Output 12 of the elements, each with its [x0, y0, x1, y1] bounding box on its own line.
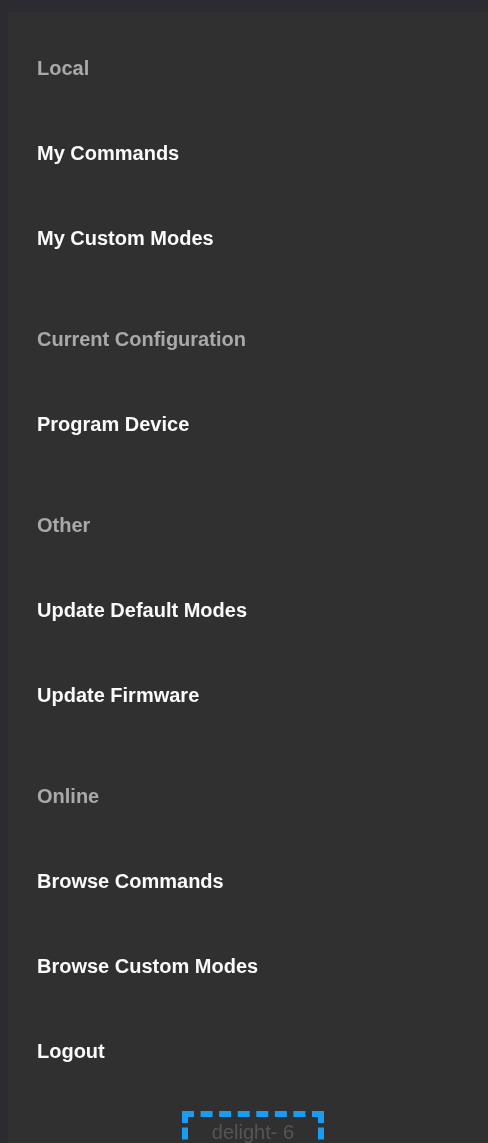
menu-item[interactable]: My Commands [37, 142, 180, 165]
section-header: Current Configuration [37, 328, 246, 351]
menu-item[interactable]: Browse Custom Modes [37, 955, 259, 978]
section-header: Local [37, 57, 90, 80]
menu-item[interactable]: Program Device [37, 413, 190, 436]
section-header: Other [37, 514, 91, 537]
menu-item[interactable]: Update Firmware [37, 684, 200, 707]
menu-item[interactable]: Update Default Modes [37, 599, 248, 622]
menu-item[interactable]: Logout [37, 1040, 105, 1063]
section-header: Online [37, 785, 100, 808]
menu-item[interactable]: My Custom Modes [37, 227, 214, 250]
menu-item[interactable]: Browse Commands [37, 870, 224, 893]
